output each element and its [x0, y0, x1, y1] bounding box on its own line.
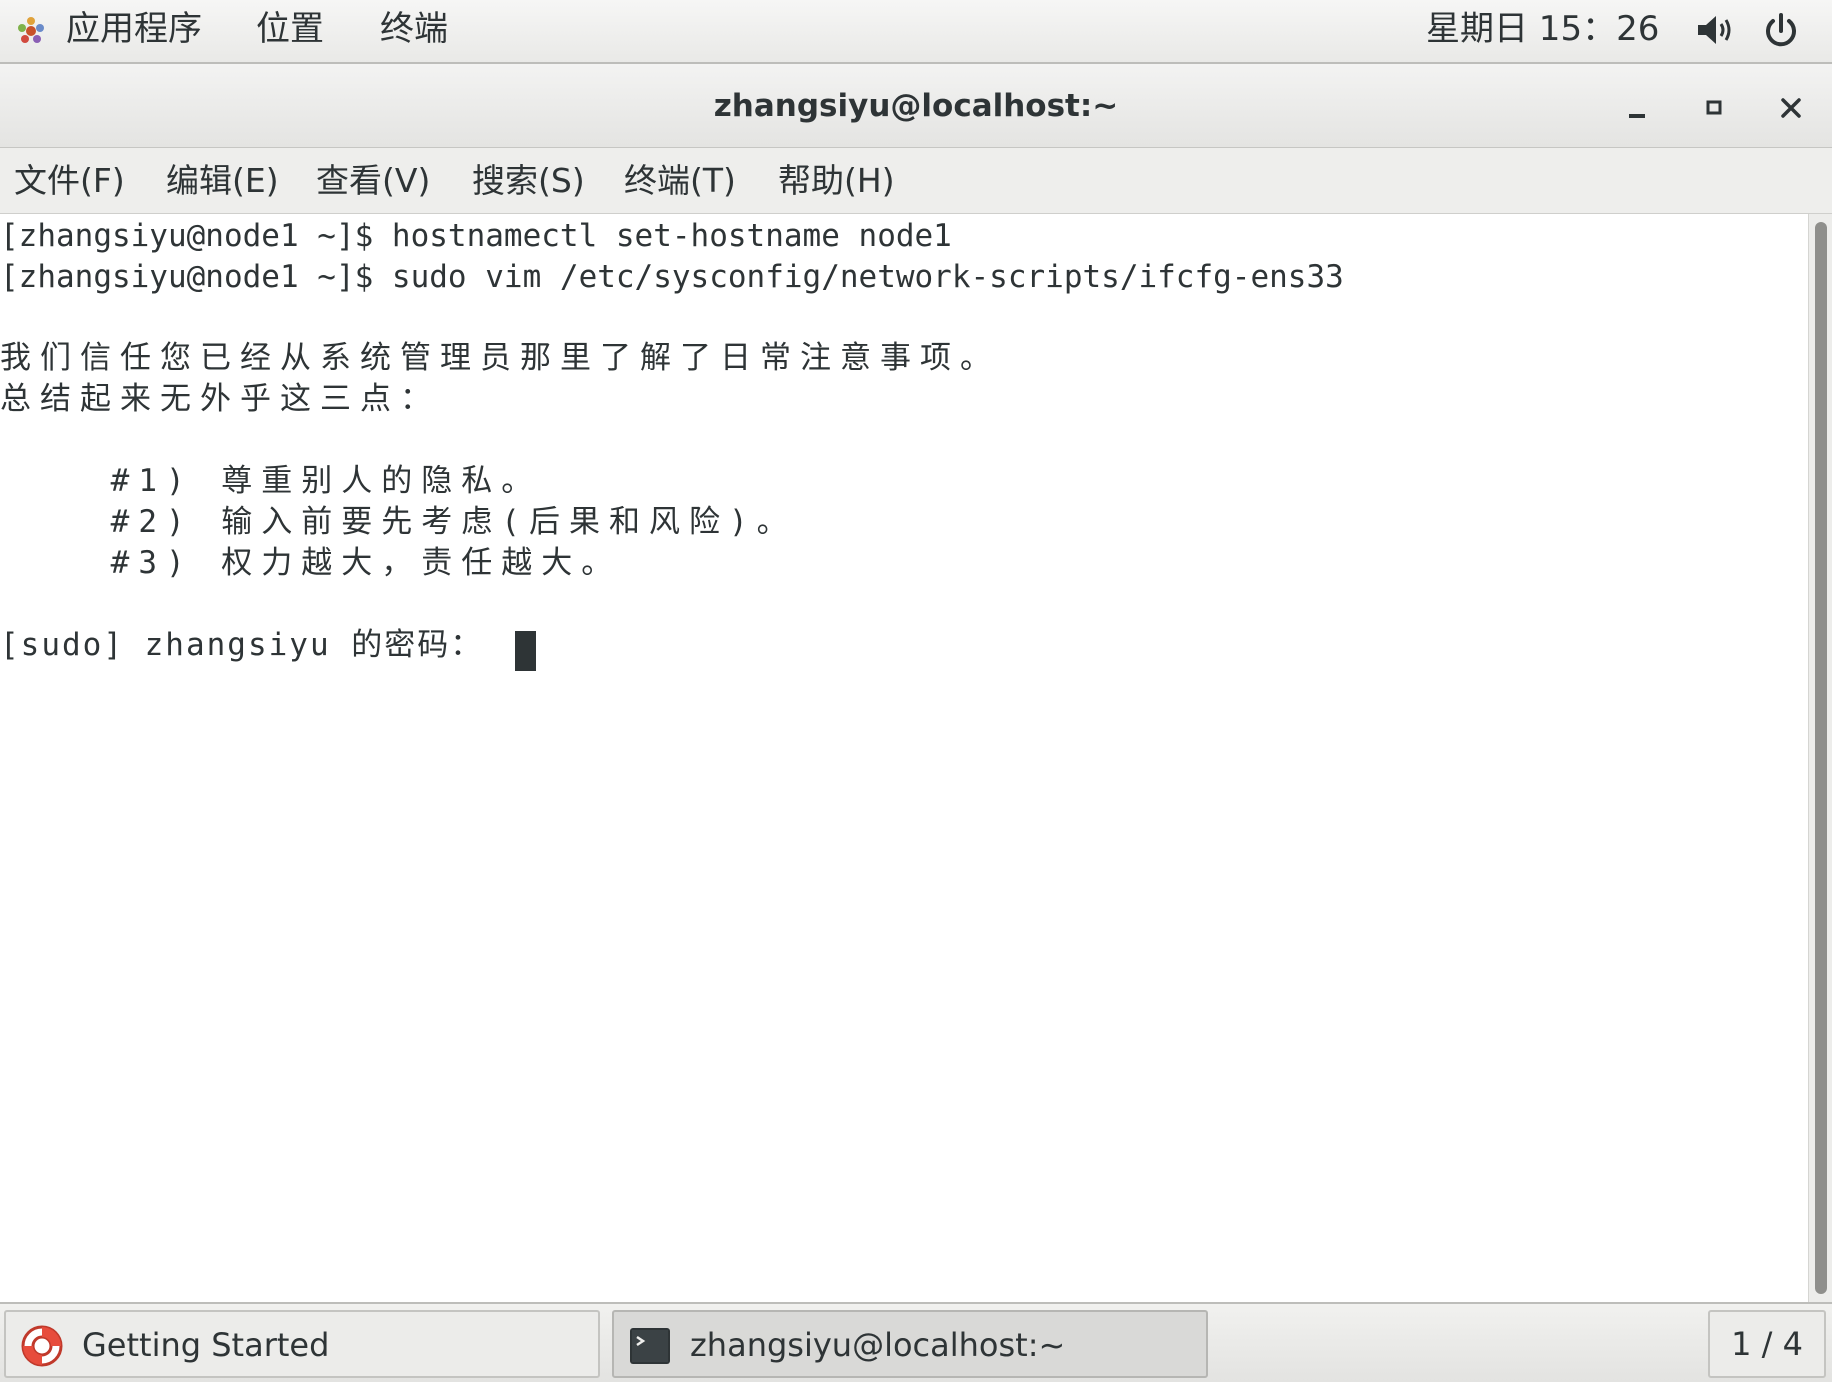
- menu-terminal-app[interactable]: 终端: [380, 0, 448, 60]
- window-title: zhangsiyu@localhost:~: [713, 88, 1119, 124]
- window-titlebar[interactable]: zhangsiyu@localhost:~: [0, 64, 1832, 148]
- task-label: Getting Started: [82, 1326, 330, 1364]
- terminal-line: [zhangsiyu@node1 ~]$ hostnamectl set-hos…: [0, 218, 952, 254]
- help-lifebuoy-icon: [21, 1325, 63, 1367]
- volume-icon[interactable]: [1696, 13, 1736, 47]
- terminal-output[interactable]: [zhangsiyu@node1 ~]$ hostnamectl set-hos…: [0, 214, 1808, 1302]
- terminal-line: #1) 尊重别人的隐私。: [0, 463, 542, 499]
- terminal-menubar: 文件(F) 编辑(E) 查看(V) 搜索(S) 终端(T) 帮助(H): [0, 148, 1832, 214]
- terminal-line: 总结起来无外乎这三点：: [0, 381, 440, 417]
- menu-edit[interactable]: 编辑(E): [166, 148, 279, 214]
- menu-view[interactable]: 查看(V): [316, 148, 430, 214]
- terminal-scrollbar[interactable]: [1808, 214, 1832, 1302]
- terminal-line: #3) 权力越大，责任越大。: [0, 545, 622, 581]
- terminal-line: 我们信任您已经从系统管理员那里了解了日常注意事项。: [0, 340, 1000, 376]
- task-getting-started[interactable]: Getting Started: [4, 1310, 600, 1378]
- workspace-switcher[interactable]: 1 / 4: [1708, 1310, 1826, 1378]
- maximize-button[interactable]: [1694, 88, 1734, 128]
- terminal-line: [zhangsiyu@node1 ~]$ sudo vim /etc/sysco…: [0, 259, 1344, 295]
- power-icon[interactable]: [1762, 12, 1800, 50]
- menu-search[interactable]: 搜索(S): [472, 148, 585, 214]
- applications-icon[interactable]: [16, 16, 46, 46]
- task-label: zhangsiyu@localhost:~: [690, 1326, 1066, 1364]
- terminal-line: #2) 输入前要先考虑(后果和风险)。: [0, 504, 797, 540]
- terminal-prompt-line: [sudo] zhangsiyu 的密码：: [0, 627, 484, 663]
- task-terminal[interactable]: zhangsiyu@localhost:~: [612, 1310, 1208, 1378]
- menu-places[interactable]: 位置: [256, 0, 324, 60]
- top-panel: 应用程序 位置 终端 星期日 15：26: [0, 0, 1832, 64]
- terminal-icon: [630, 1328, 670, 1364]
- text-cursor: [515, 631, 536, 671]
- menu-applications[interactable]: 应用程序: [66, 0, 202, 60]
- menu-file[interactable]: 文件(F): [14, 148, 125, 214]
- scrollbar-thumb[interactable]: [1815, 222, 1827, 1294]
- close-button[interactable]: [1771, 88, 1811, 128]
- minimize-button[interactable]: [1617, 88, 1657, 128]
- menu-help[interactable]: 帮助(H): [778, 148, 895, 214]
- menu-terminal[interactable]: 终端(T): [624, 148, 736, 214]
- bottom-taskbar: Getting Started zhangsiyu@localhost:~ 1 …: [0, 1302, 1832, 1382]
- clock[interactable]: 星期日 15：26: [1426, 0, 1659, 60]
